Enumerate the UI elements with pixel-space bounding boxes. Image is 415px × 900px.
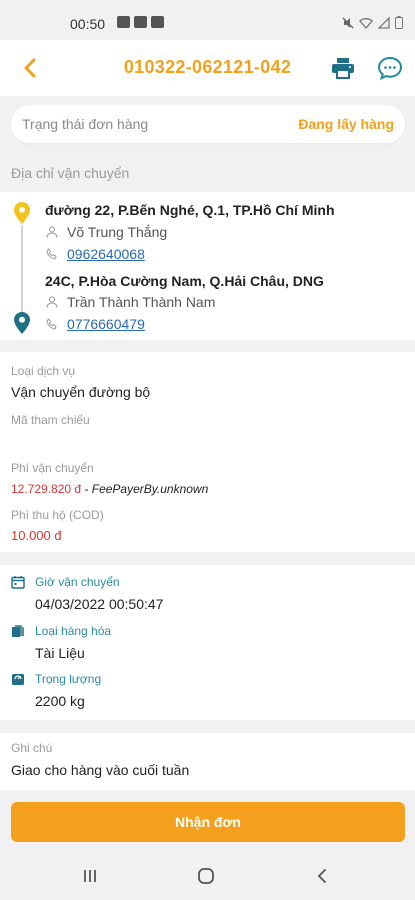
system-back-button[interactable] [308, 864, 336, 888]
note-value: Giao cho hàng vào cuối tuần [11, 762, 190, 778]
receiver-phone-link[interactable]: 0776660479 [67, 316, 145, 332]
receiver-pin-icon [14, 312, 30, 334]
note-label: Ghi chú [11, 741, 53, 755]
shipping-fee-payer: - FeePayerBy.unknown [81, 482, 209, 496]
back-button[interactable] [14, 53, 46, 83]
sender-name-row: Võ Trung Thắng [45, 224, 167, 240]
printer-icon [332, 58, 354, 79]
home-button[interactable] [192, 864, 220, 888]
sender-name: Võ Trung Thắng [67, 224, 168, 240]
receiver-phone-row: 0776660479 [45, 316, 145, 332]
weight-scale-icon [12, 674, 24, 685]
signal-icon [378, 16, 390, 29]
order-status-value: Đang lấy hàng [298, 116, 394, 132]
system-navigation-bar [0, 852, 415, 900]
goods-type-value: Tài Liệu [35, 645, 85, 661]
shipping-time-value: 04/03/2022 00:50:47 [35, 596, 164, 612]
service-card: Loại dịch vụ Vận chuyển đường bộ Mã tham… [0, 352, 415, 552]
shipping-time-label: Giờ vận chuyển [35, 575, 120, 589]
sender-pin-icon [14, 202, 30, 224]
phone-icon [45, 247, 59, 261]
phone-icon [45, 317, 59, 331]
note-card: Ghi chú Giao cho hàng vào cuối tuần [0, 733, 415, 790]
print-button[interactable] [327, 53, 359, 83]
chat-bubble-icon [377, 56, 403, 80]
chevron-left-icon [24, 58, 36, 78]
order-status-card: Trạng thái đơn hàng Đang lấy hàng [11, 105, 405, 143]
recent-apps-button[interactable] [76, 864, 104, 888]
goods-type-label: Loại hàng hóa [35, 624, 112, 638]
receiver-address: 24C, P.Hòa Cường Nam, Q.Hải Châu, DNG [45, 273, 324, 289]
receiver-name-row: Trần Thành Thành Nam [45, 294, 215, 310]
calendar-icon [11, 576, 25, 589]
shipping-fee-row: 12.729.820 đ - FeePayerBy.unknown [11, 482, 208, 496]
shipping-fee-label: Phí vận chuyển [11, 461, 94, 475]
notification-icons [117, 16, 164, 28]
battery-icon [395, 16, 403, 29]
shipping-fee-amount: 12.729.820 đ [11, 482, 82, 496]
status-bar: 00:50 [0, 0, 415, 40]
mail-icon [151, 16, 164, 28]
youtube-icon [134, 16, 147, 28]
header: 010322-062121-042 [0, 40, 415, 96]
service-type-label: Loại dịch vụ [11, 364, 76, 378]
order-status-label: Trạng thái đơn hàng [22, 116, 149, 132]
route-line [21, 225, 23, 313]
system-icons [342, 16, 403, 29]
gallery-icon [117, 16, 130, 28]
shipping-section-title: Địa chỉ vận chuyển [11, 165, 130, 181]
details-card: Giờ vận chuyển 04/03/2022 00:50:47 Loại … [0, 565, 415, 720]
mute-icon [342, 17, 354, 28]
person-icon [45, 295, 59, 309]
cod-label: Phí thu hộ (COD) [11, 508, 104, 522]
cod-amount: 10.000 đ [11, 528, 62, 543]
status-time: 00:50 [70, 16, 106, 32]
order-code-title: 010322-062121-042 [123, 57, 292, 77]
wifi-icon [359, 17, 373, 29]
documents-icon [12, 625, 24, 637]
back-arrow-icon [317, 869, 326, 883]
weight-value: 2200 kg [35, 693, 85, 709]
sender-phone-row: 0962640068 [45, 246, 145, 262]
sender-address: đường 22, P.Bến Nghé, Q.1, TP.Hồ Chí Min… [45, 202, 335, 218]
sender-phone-link[interactable]: 0962640068 [67, 246, 145, 262]
service-type-value: Vận chuyển đường bộ [11, 384, 151, 400]
receiver-name: Trần Thành Thành Nam [67, 294, 216, 310]
weight-label: Trọng lượng [35, 672, 102, 686]
accept-order-button[interactable]: Nhận đơn [11, 802, 405, 842]
chat-button[interactable] [374, 52, 406, 84]
home-icon [198, 868, 214, 884]
person-icon [45, 225, 59, 239]
reference-label: Mã tham chiếu [11, 413, 90, 427]
recent-apps-icon [84, 870, 96, 882]
